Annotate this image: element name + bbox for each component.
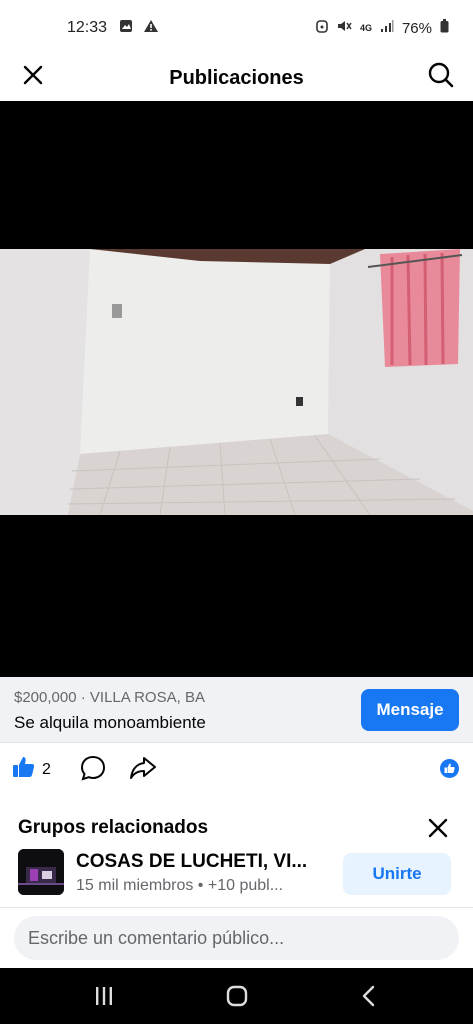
group-name[interactable]: COSAS DE LUCHETI, VI... — [76, 851, 326, 873]
recents-icon — [94, 987, 114, 1010]
related-groups: Grupos relacionados COSAS DE LUCHETI, VI… — [0, 795, 473, 908]
listing-title: Se alquila monoambiente — [14, 713, 206, 732]
close-icon — [427, 818, 449, 843]
share-icon — [129, 757, 157, 785]
comment-composer — [0, 908, 473, 968]
gallery-icon — [119, 19, 133, 38]
dismiss-related-button[interactable] — [427, 817, 451, 841]
price-location: $200,000 · VILLA ROSA, BA — [14, 689, 205, 706]
battery-icon — [440, 19, 449, 37]
listing-photo[interactable] — [0, 249, 473, 515]
like-reaction-icon — [440, 759, 459, 778]
status-time: 12:33 — [67, 19, 108, 36]
search-button[interactable] — [425, 61, 457, 93]
join-group-button[interactable]: Unirte — [343, 853, 451, 895]
warning-icon — [143, 19, 159, 38]
home-icon — [226, 985, 248, 1011]
page-title: Publicaciones — [169, 66, 304, 89]
alarm-icon — [316, 19, 328, 37]
signal-icon — [380, 19, 394, 37]
action-bar: 2 — [0, 743, 473, 795]
header: Publicaciones — [0, 56, 473, 100]
comment-input[interactable] — [14, 916, 459, 960]
thumbs-up-icon — [12, 755, 36, 784]
mute-icon — [336, 19, 352, 37]
listing-info: $200,000 · VILLA ROSA, BA Se alquila mon… — [0, 677, 473, 743]
close-icon — [22, 64, 44, 91]
share-button[interactable] — [129, 755, 157, 781]
home-button[interactable] — [226, 985, 248, 1012]
group-meta: 15 mil miembros • +10 publ... — [76, 877, 284, 894]
close-button[interactable] — [18, 62, 48, 92]
back-icon — [360, 985, 378, 1011]
like-button[interactable]: 2 — [12, 755, 51, 784]
battery-percent: 76% — [401, 19, 432, 37]
comment-icon — [80, 755, 106, 785]
system-nav-bar — [0, 968, 473, 1024]
post-media[interactable] — [0, 101, 473, 677]
group-thumbnail[interactable] — [18, 849, 64, 895]
message-button[interactable]: Mensaje — [361, 689, 459, 731]
search-icon — [427, 61, 455, 94]
recents-button[interactable] — [94, 986, 114, 1011]
status-bar: 12:33 4G 76% — [0, 0, 473, 56]
comment-button[interactable] — [80, 755, 106, 781]
like-count: 2 — [42, 760, 51, 778]
back-button[interactable] — [360, 985, 378, 1012]
related-groups-title: Grupos relacionados — [18, 817, 209, 838]
network-label: 4G — [359, 23, 372, 33]
